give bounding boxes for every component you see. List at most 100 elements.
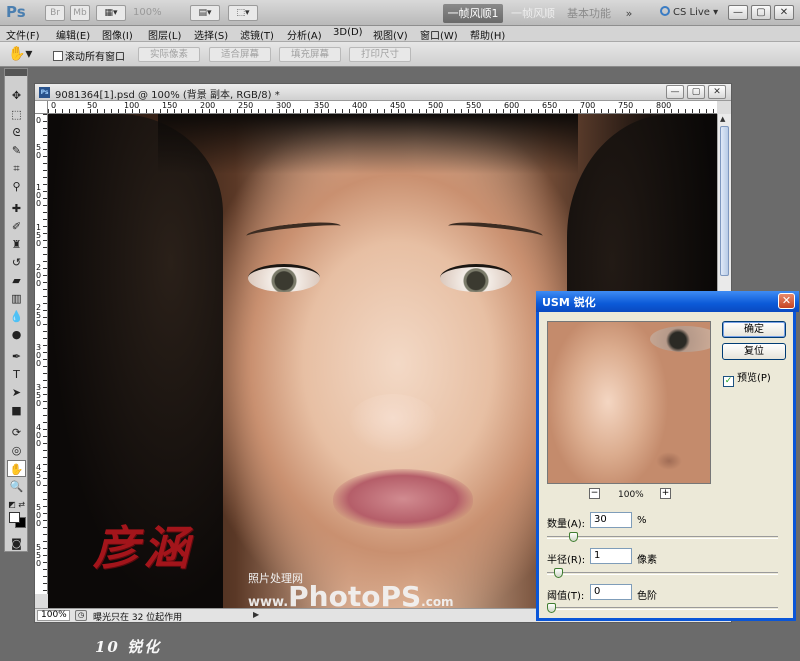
panel-grip[interactable] (5, 69, 27, 76)
3d-rotate-tool-icon[interactable]: ⟳ (7, 424, 26, 441)
ok-button[interactable]: 确定 (722, 321, 786, 338)
radius-slider[interactable] (547, 568, 778, 578)
menu-image[interactable]: 图像(I) (102, 27, 133, 42)
fit-screen-button[interactable]: 适合屏幕 (209, 47, 271, 62)
cs-live-button[interactable]: CS Live ▾ (660, 6, 718, 18)
menu-view[interactable]: 视图(V) (373, 27, 408, 42)
radius-field[interactable]: 1 (590, 548, 632, 564)
dialog-close-button[interactable]: ✕ (778, 293, 795, 309)
zoom-tool-icon[interactable]: 🔍 (7, 478, 26, 495)
eyedropper-tool-icon[interactable]: ⚲ (7, 178, 26, 195)
fill-screen-button[interactable]: 填充屏幕 (279, 47, 341, 62)
app-zoom-level[interactable]: 100% (133, 5, 181, 21)
gradient-tool-icon[interactable]: ▥ (7, 290, 26, 307)
brush-tool-icon[interactable]: ✐ (7, 218, 26, 235)
threshold-unit: 色阶 (637, 591, 657, 602)
path-selection-tool-icon[interactable]: ➤ (7, 384, 26, 401)
menu-edit[interactable]: 编辑(E) (56, 27, 90, 42)
amount-field[interactable]: 30 (590, 512, 632, 528)
horizontal-ruler[interactable] (48, 101, 717, 114)
threshold-slider[interactable] (547, 603, 778, 613)
preview-eye (650, 326, 710, 352)
step-caption: 10 锐化 (95, 638, 162, 656)
scroll-up-arrow-icon[interactable]: ▲ (720, 115, 725, 123)
reset-button[interactable]: 复位 (722, 343, 786, 360)
blur-tool-icon[interactable]: 💧 (7, 308, 26, 325)
marquee-tool-icon[interactable]: ⬚ (7, 106, 26, 123)
ruler-left-label: 400 (36, 423, 42, 448)
status-menu-arrow-icon[interactable]: ▶ (253, 610, 259, 619)
pen-tool-icon[interactable]: ✒ (7, 348, 26, 365)
preview-zoom-in-button[interactable]: + (660, 488, 671, 499)
menu-layer[interactable]: 图层(L) (148, 27, 181, 42)
workspace-tab-2[interactable]: 一帧风顺 (508, 4, 558, 23)
doc-close-button[interactable]: ✕ (708, 85, 726, 99)
default-colors-icon[interactable]: ◩ ⇄ (7, 496, 26, 513)
maximize-button[interactable]: ▢ (751, 5, 771, 20)
minimize-button[interactable]: — (728, 5, 748, 20)
healing-brush-tool-icon[interactable]: ✚ (7, 200, 26, 217)
eraser-tool-icon[interactable]: ▰ (7, 272, 26, 289)
dodge-tool-icon[interactable]: ● (7, 326, 26, 343)
scroll-all-windows-checkbox[interactable]: 滚动所有窗口 (53, 48, 125, 63)
type-tool-icon[interactable]: T (7, 366, 26, 383)
preview-checkbox[interactable]: ✓ 预览(P) (723, 369, 771, 387)
print-size-button[interactable]: 打印尺寸 (349, 47, 411, 62)
bridge-icon[interactable]: Br (45, 5, 65, 21)
crop-tool-icon[interactable]: ⌗ (7, 160, 26, 177)
threshold-slider-thumb[interactable] (547, 603, 556, 613)
more-workspaces-icon[interactable]: » (620, 4, 638, 23)
ruler-left-label: 50 (36, 143, 42, 160)
radius-slider-thumb[interactable] (554, 568, 563, 578)
menu-select[interactable]: 选择(S) (194, 27, 228, 42)
history-brush-tool-icon[interactable]: ↺ (7, 254, 26, 271)
close-button[interactable]: ✕ (774, 5, 794, 20)
preview-checkbox-box[interactable]: ✓ (723, 376, 734, 387)
menu-filter[interactable]: 滤镜(T) (240, 27, 274, 42)
move-tool-icon[interactable]: ✥ (7, 87, 26, 104)
document-title-bar[interactable]: Ps 9081364[1].psd @ 100% (背景 副本, RGB/8) … (35, 84, 731, 101)
3d-orbit-tool-icon[interactable]: ◎ (7, 442, 26, 459)
checkbox-box[interactable] (53, 51, 63, 61)
workspace-tab-essentials[interactable]: 基本功能 (563, 4, 615, 23)
right-eye (440, 264, 512, 292)
preview-zoom-out-button[interactable]: − (589, 488, 600, 499)
actual-pixels-button[interactable]: 实际像素 (138, 47, 200, 62)
scroll-thumb[interactable] (720, 126, 729, 276)
doc-zoom-field[interactable]: 100% (37, 610, 70, 621)
foreground-color-swatch[interactable] (9, 512, 20, 523)
view-extras-icon[interactable]: ▦▾ (96, 5, 126, 21)
clone-stamp-tool-icon[interactable]: ♜ (7, 236, 26, 253)
workspace-tab-1[interactable]: 一帧风顺1 (443, 4, 503, 23)
ruler-top-label: 0 (51, 101, 57, 110)
preview-zoom-level: 100% (618, 490, 644, 500)
hand-tool-preset-icon[interactable]: ✋▾ (8, 46, 32, 62)
lasso-tool-icon[interactable]: ᘓ (7, 124, 26, 141)
watermark-suffix: .com (421, 595, 454, 608)
threshold-field[interactable]: 0 (590, 584, 632, 600)
hand-tool-icon[interactable]: ✋ (7, 460, 26, 477)
mini-bridge-icon[interactable]: Mb (70, 5, 90, 21)
quick-mask-icon[interactable]: ◙ (7, 535, 26, 552)
arrange-documents-icon[interactable]: ▤▾ (190, 5, 220, 21)
menu-3d[interactable]: 3D(D) (333, 27, 363, 38)
menu-analysis[interactable]: 分析(A) (287, 27, 322, 42)
menu-help[interactable]: 帮助(H) (470, 27, 505, 42)
quick-selection-tool-icon[interactable]: ✎ (7, 142, 26, 159)
doc-minimize-button[interactable]: — (666, 85, 684, 99)
ps-document-icon: Ps (39, 87, 50, 98)
ruler-origin[interactable] (35, 101, 48, 114)
nose (348, 394, 438, 454)
status-info-icon[interactable]: ◷ (75, 610, 87, 621)
menu-window[interactable]: 窗口(W) (420, 27, 458, 42)
amount-slider-thumb[interactable] (569, 532, 578, 542)
dialog-title-bar[interactable]: USM 锐化 ✕ (536, 291, 799, 312)
amount-slider[interactable] (547, 532, 778, 542)
menu-bar: 文件(F) 编辑(E) 图像(I) 图层(L) 选择(S) 滤镜(T) 分析(A… (0, 26, 800, 42)
doc-maximize-button[interactable]: ▢ (687, 85, 705, 99)
filter-preview[interactable] (547, 321, 711, 484)
screen-mode-icon[interactable]: ⬚▾ (228, 5, 258, 21)
shape-tool-icon[interactable]: ■ (7, 402, 26, 419)
ruler-left-label: 300 (36, 343, 42, 368)
menu-file[interactable]: 文件(F) (6, 27, 40, 42)
